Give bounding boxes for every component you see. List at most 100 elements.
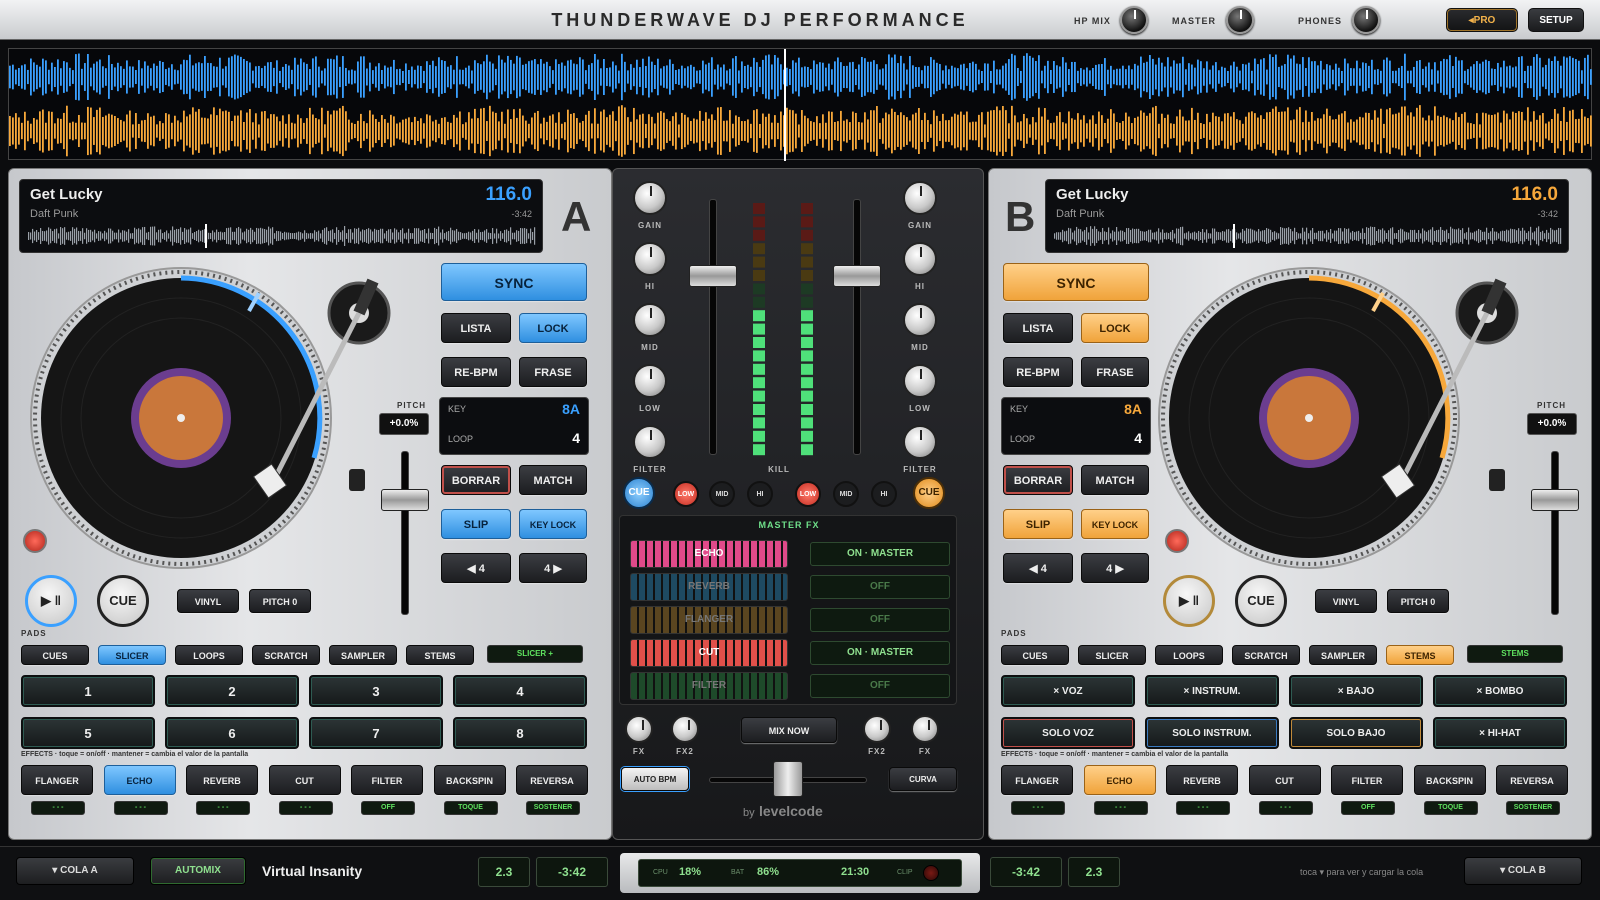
deck-a-turntable[interactable]: [21, 263, 401, 583]
deck-a-effect-backspin[interactable]: BACKSPIN: [433, 765, 506, 795]
deck-a-match-button[interactable]: MATCH: [519, 465, 587, 495]
deck-b-frase-button[interactable]: FRASE: [1081, 357, 1149, 387]
deck-b-mode-stems[interactable]: STEMS: [1386, 645, 1454, 665]
deck-a-frase-button[interactable]: FRASE: [519, 357, 587, 387]
master-fx-reverb-state[interactable]: OFF: [810, 575, 950, 599]
deck-b-turntable[interactable]: [1149, 263, 1529, 583]
deck-a-mode-sampler[interactable]: SAMPLER: [329, 645, 397, 665]
cola-b-button[interactable]: ▾ COLA B: [1464, 857, 1582, 885]
channel-a-cue-button[interactable]: CUE: [623, 477, 655, 509]
deck-b-effect-echo[interactable]: ECHO: [1083, 765, 1156, 795]
deck-a-pad-1[interactable]: 1: [21, 675, 155, 707]
deck-a-rebpm-button[interactable]: RE-BPM: [441, 357, 511, 387]
deck-b-match-button[interactable]: MATCH: [1081, 465, 1149, 495]
deck-b-lista-button[interactable]: LISTA: [1003, 313, 1073, 343]
deck-a-pad-6[interactable]: 6: [165, 717, 299, 749]
deck-b-slip-button[interactable]: SLIP: [1003, 509, 1073, 539]
fx1-a-knob[interactable]: [625, 715, 653, 743]
deck-b-effect-backspin[interactable]: BACKSPIN: [1413, 765, 1486, 795]
deck-a-effect-filter[interactable]: FILTER: [351, 765, 423, 795]
channel-b-filter-knob[interactable]: [903, 425, 937, 459]
overview-waveforms[interactable]: [8, 48, 1592, 161]
deck-a-play-button[interactable]: ▶ ‖: [25, 575, 77, 627]
deck-b-effect-reverb[interactable]: REVERB: [1166, 765, 1238, 795]
deck-a-effect-reversa[interactable]: REVERSA: [516, 765, 588, 795]
deck-a-lista-button[interactable]: LISTA: [441, 313, 511, 343]
deck-b-pitch0-button[interactable]: PITCH 0: [1387, 589, 1449, 613]
master-fx-filter-button[interactable]: FILTER: [630, 672, 788, 700]
channel-b-gain-knob[interactable]: [903, 181, 937, 215]
deck-a-cue-button[interactable]: CUE: [97, 575, 149, 627]
deck-b-pad-3[interactable]: × BAJO: [1289, 675, 1423, 707]
crossfader[interactable]: [773, 761, 803, 797]
fx2-b-knob[interactable]: [863, 715, 891, 743]
deck-b-effect-reversa[interactable]: REVERSA: [1496, 765, 1568, 795]
deck-a-mode-scratch[interactable]: SCRATCH: [252, 645, 320, 665]
master-knob[interactable]: [1226, 6, 1254, 34]
deck-b-lock-button[interactable]: LOCK: [1081, 313, 1149, 343]
deck-b-cue-button[interactable]: CUE: [1235, 575, 1287, 627]
deck-a-pitch-fader[interactable]: [381, 489, 429, 511]
deck-a-slip-button[interactable]: SLIP: [441, 509, 511, 539]
deck-a-keylock-button[interactable]: KEY LOCK: [519, 509, 587, 539]
deck-a-brake-lever[interactable]: [349, 469, 365, 491]
channel-a-kill-low[interactable]: LOW: [673, 481, 699, 507]
deck-b-pad-1[interactable]: × VOZ: [1001, 675, 1135, 707]
mix-now-button[interactable]: MIX NOW: [741, 717, 837, 743]
deck-a-lock-button[interactable]: LOCK: [519, 313, 587, 343]
auto-bpm-button[interactable]: AUTO BPM: [621, 767, 689, 791]
curva-button[interactable]: CURVA: [889, 767, 957, 791]
channel-a-volume-fader[interactable]: [689, 265, 737, 287]
master-fx-filter-state[interactable]: OFF: [810, 674, 950, 698]
deck-b-pad-2[interactable]: × INSTRUM.: [1145, 675, 1279, 707]
pro-button[interactable]: ◂PRO: [1446, 8, 1518, 32]
deck-b-pad-5[interactable]: SOLO VOZ: [1001, 717, 1135, 749]
deck-b-keylock-button[interactable]: KEY LOCK: [1081, 509, 1149, 539]
deck-a-pad-4[interactable]: 4: [453, 675, 587, 707]
deck-b-loop-forward-button[interactable]: 4 ▶: [1081, 553, 1149, 583]
deck-a-pitch0-button[interactable]: PITCH 0: [249, 589, 311, 613]
channel-a-filter-knob[interactable]: [633, 425, 667, 459]
master-fx-echo-button[interactable]: ECHO: [630, 540, 788, 568]
channel-b-kill-low[interactable]: LOW: [795, 481, 821, 507]
automix-button[interactable]: AUTOMIX: [150, 857, 246, 885]
deck-a-effect-echo[interactable]: ECHO: [103, 765, 176, 795]
deck-b-effect-filter[interactable]: FILTER: [1331, 765, 1403, 795]
deck-a-record-button[interactable]: [23, 529, 47, 553]
deck-b-mode-loops[interactable]: LOOPS: [1155, 645, 1223, 665]
fx1-b-knob[interactable]: [911, 715, 939, 743]
deck-a-mode-loops[interactable]: LOOPS: [175, 645, 243, 665]
deck-a-loop-forward-button[interactable]: 4 ▶: [519, 553, 587, 583]
deck-a-effect-cut[interactable]: CUT: [268, 765, 341, 795]
master-fx-cut-state[interactable]: ON · MASTER: [810, 641, 950, 665]
deck-b-effect-cut[interactable]: CUT: [1248, 765, 1321, 795]
deck-a-borrar-button[interactable]: BORRAR: [441, 465, 511, 495]
deck-b-effect-flanger[interactable]: FLANGER: [1001, 765, 1073, 795]
deck-b-pad-8[interactable]: × HI-HAT: [1433, 717, 1567, 749]
deck-b-pad-4[interactable]: × BOMBO: [1433, 675, 1567, 707]
setup-button[interactable]: SETUP: [1528, 8, 1584, 32]
deck-b-mode-cues[interactable]: CUES: [1001, 645, 1069, 665]
master-fx-reverb-button[interactable]: REVERB: [630, 573, 788, 601]
channel-a-kill-mid[interactable]: MID: [709, 481, 735, 507]
master-fx-cut-button[interactable]: CUT: [630, 639, 788, 667]
channel-b-cue-button[interactable]: CUE: [913, 477, 945, 509]
channel-b-hi-knob[interactable]: [903, 242, 937, 276]
fx2-a-knob[interactable]: [671, 715, 699, 743]
channel-a-hi-knob[interactable]: [633, 242, 667, 276]
deck-b-brake-lever[interactable]: [1489, 469, 1505, 491]
deck-b-play-button[interactable]: ▶ ‖: [1163, 575, 1215, 627]
deck-a-mode-slicer[interactable]: SLICER: [98, 645, 166, 665]
deck-a-sync-button[interactable]: SYNC: [441, 263, 587, 301]
deck-a-pad-7[interactable]: 7: [309, 717, 443, 749]
cola-a-button[interactable]: ▾ COLA A: [16, 857, 134, 885]
channel-a-gain-knob[interactable]: [633, 181, 667, 215]
deck-b-mode-slicer[interactable]: SLICER: [1078, 645, 1146, 665]
deck-a-mini-waveform[interactable]: [28, 224, 536, 248]
channel-b-low-knob[interactable]: [903, 364, 937, 398]
deck-a-mode-stems[interactable]: STEMS: [406, 645, 474, 665]
deck-a-pad-8[interactable]: 8: [453, 717, 587, 749]
channel-a-kill-hi[interactable]: HI: [747, 481, 773, 507]
deck-a-effect-flanger[interactable]: FLANGER: [21, 765, 93, 795]
deck-a-pad-5[interactable]: 5: [21, 717, 155, 749]
